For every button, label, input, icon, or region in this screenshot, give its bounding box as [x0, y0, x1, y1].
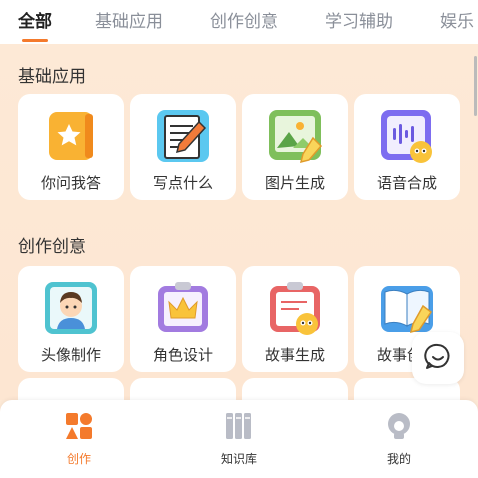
nav-profile[interactable]: 我的	[359, 412, 439, 467]
shapes-icon	[65, 412, 93, 444]
app-label: 图片生成	[264, 174, 325, 192]
nav-label: 我的	[386, 452, 411, 466]
app-label: 语音合成	[376, 174, 437, 192]
voice-wave-icon	[379, 108, 435, 164]
open-book-icon	[379, 280, 435, 336]
avatar-boy-icon	[43, 280, 99, 336]
app-card-story-gen[interactable]: 故事生成	[242, 266, 348, 372]
app-label: 头像制作	[40, 346, 101, 364]
notepad-pencil-icon	[155, 108, 211, 164]
app-card-partial[interactable]	[130, 378, 236, 400]
app-card-character[interactable]: 角色设计	[130, 266, 236, 372]
app-card-voice[interactable]: 语音合成	[354, 94, 460, 200]
crown-clipboard-icon	[155, 280, 211, 336]
tab-all[interactable]: 全部	[18, 0, 52, 44]
nav-label: 创作	[66, 452, 91, 466]
bottom-navigation: 创作 知识库 我的	[0, 400, 478, 478]
app-label: 角色设计	[152, 346, 213, 364]
section-title-basic: 基础应用	[18, 67, 86, 87]
story-clipboard-icon	[267, 280, 323, 336]
app-card-qa[interactable]: 你问我答	[18, 94, 124, 200]
app-label: 故事生成	[264, 346, 325, 364]
tab-study[interactable]: 学习辅助	[325, 0, 393, 44]
app-grid-area: 基础应用 你问我答 写点什么 图片生成 语音合成 创作创意 头像制作 角色设计 …	[0, 44, 478, 400]
star-book-icon	[43, 108, 99, 164]
app-card-image-gen[interactable]: 图片生成	[242, 94, 348, 200]
app-card-partial[interactable]	[242, 378, 348, 400]
app-label: 你问我答	[40, 174, 101, 192]
books-icon	[225, 412, 253, 444]
section-title-creative: 创作创意	[18, 237, 86, 257]
nav-knowledge-base[interactable]: 知识库	[199, 412, 279, 467]
app-label: 写点什么	[152, 174, 213, 192]
scrollbar[interactable]	[474, 56, 477, 116]
tab-entertainment[interactable]: 娱乐	[440, 0, 474, 44]
category-tabbar: 全部 基础应用 创作创意 学习辅助 娱乐	[0, 0, 478, 44]
app-card-write[interactable]: 写点什么	[130, 94, 236, 200]
app-card-avatar[interactable]: 头像制作	[18, 266, 124, 372]
app-card-partial[interactable]	[18, 378, 124, 400]
tab-basic-apps[interactable]: 基础应用	[95, 0, 163, 44]
nav-create[interactable]: 创作	[39, 412, 119, 467]
image-brush-icon	[267, 108, 323, 164]
nav-label: 知识库	[220, 452, 257, 466]
tab-creative[interactable]: 创作创意	[210, 0, 278, 44]
chat-bubble-icon	[424, 342, 452, 374]
chat-fab-button[interactable]	[412, 332, 464, 384]
profile-icon	[385, 412, 413, 444]
